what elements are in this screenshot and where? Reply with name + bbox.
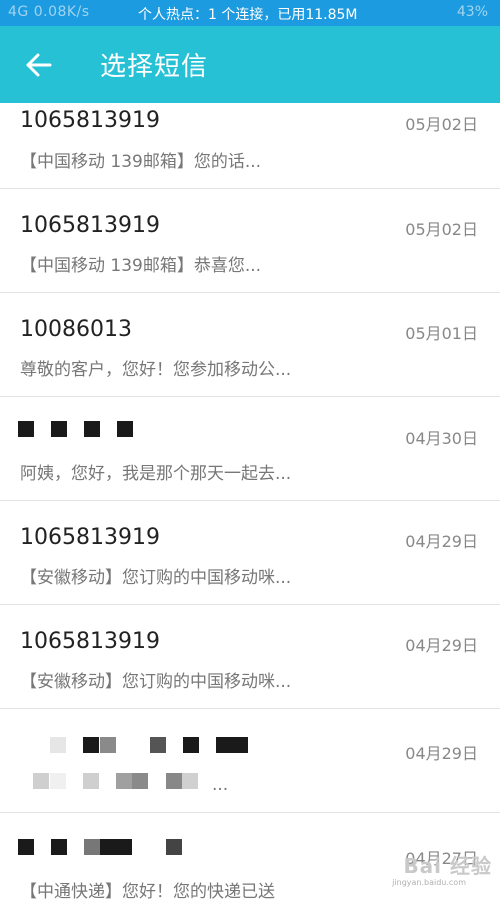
message-date: 04月29日	[405, 532, 478, 551]
status-bar: 4G 0.08K/s 个人热点：1 个连接，已用11.85M 43%	[0, 0, 500, 26]
message-sender: 1065813919	[20, 213, 160, 238]
message-date: 04月30日	[405, 429, 478, 448]
hotspot-status: 个人热点：1 个连接，已用11.85M	[138, 7, 358, 23]
message-preview: 【中国移动 139邮箱】您的话...	[20, 152, 262, 172]
app-bar: 选择短信	[0, 26, 500, 103]
message-item[interactable]: 1065813919 04月29日 【安徽移动】您订购的中国移动咪...	[0, 501, 500, 605]
message-date: 05月02日	[405, 220, 478, 239]
message-date: 04月29日	[405, 636, 478, 655]
message-date: 05月01日	[405, 324, 478, 343]
battery-level: 43%	[456, 4, 488, 20]
message-item[interactable]: ... 04月29日	[0, 709, 500, 813]
page-title: 选择短信	[100, 52, 209, 82]
message-preview: 【中通快递】您好！您的快递已送	[20, 882, 275, 902]
message-item[interactable]: 04月30日 阿姨，您好，我是那个那天一起去...	[0, 397, 500, 501]
message-sender: 1065813919	[20, 525, 160, 550]
message-preview: 尊敬的客户，您好！您参加移动公...	[20, 360, 292, 380]
message-date: 05月02日	[405, 115, 478, 134]
message-preview: ...	[212, 775, 229, 795]
baidu-jingyan-watermark: Bai 经验	[403, 854, 492, 878]
message-sender: 10086013	[20, 317, 132, 342]
message-preview: 【安徽移动】您订购的中国移动咪...	[20, 672, 292, 692]
message-item[interactable]: 1065813919 04月29日 【安徽移动】您订购的中国移动咪...	[0, 605, 500, 709]
signal-info: 4G 0.08K/s	[8, 4, 90, 20]
message-preview: 【安徽移动】您订购的中国移动咪...	[20, 568, 292, 588]
message-item[interactable]: 10086013 05月01日 尊敬的客户，您好！您参加移动公...	[0, 293, 500, 397]
message-preview: 阿姨，您好，我是那个那天一起去...	[20, 464, 292, 484]
message-date: 04月29日	[405, 744, 478, 763]
message-sender: 1065813919	[20, 629, 160, 654]
back-arrow-icon[interactable]	[24, 50, 54, 80]
watermark-url: jingyan.baidu.com	[392, 878, 466, 887]
message-sender: 1065813919	[20, 108, 160, 133]
message-item[interactable]: 1065813919 05月02日 【中国移动 139邮箱】您的话...	[0, 103, 500, 189]
message-item[interactable]: 1065813919 05月02日 【中国移动 139邮箱】恭喜您...	[0, 189, 500, 293]
message-preview: 【中国移动 139邮箱】恭喜您...	[20, 256, 262, 276]
